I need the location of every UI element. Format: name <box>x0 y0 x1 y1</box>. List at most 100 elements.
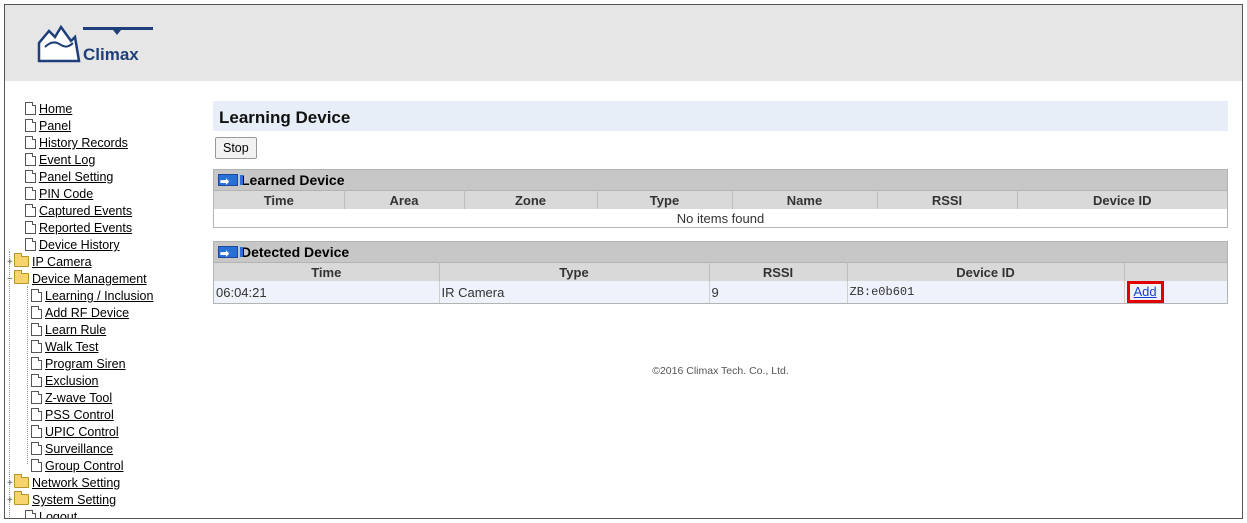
sidebar-link[interactable]: IP Camera <box>32 255 92 269</box>
page-icon <box>25 221 36 234</box>
sidebar-link[interactable]: Home <box>39 102 72 116</box>
sidebar-link[interactable]: Reported Events <box>39 221 132 235</box>
sidebar-link[interactable]: Walk Test <box>45 340 99 354</box>
sidebar-item-home[interactable]: Home <box>25 101 72 118</box>
stop-button[interactable]: Stop <box>215 137 257 159</box>
sidebar-item-group-control[interactable]: Group Control <box>31 458 124 475</box>
sidebar-link[interactable]: Add RF Device <box>45 306 129 320</box>
sidebar-item-z-wave-tool[interactable]: Z-wave Tool <box>31 390 112 407</box>
sidebar-link[interactable]: Group Control <box>45 459 124 473</box>
sidebar-link[interactable]: PSS Control <box>45 408 114 422</box>
sidebar-link[interactable]: Captured Events <box>39 204 132 218</box>
sidebar-item-walk-test[interactable]: Walk Test <box>31 339 99 356</box>
sidebar-link[interactable]: Device History <box>39 238 120 252</box>
sidebar-item-network-setting[interactable]: Network Setting <box>14 474 120 492</box>
sidebar-link[interactable]: Learn Rule <box>45 323 106 337</box>
sidebar-item-captured-events[interactable]: Captured Events <box>25 203 132 220</box>
page-icon <box>25 187 36 200</box>
copyright-footer: ©2016 Climax Tech. Co., Ltd. <box>652 365 789 377</box>
table-row: 06:04:21 IR Camera 9 ZB:e0b601 Add <box>214 281 1227 303</box>
sidebar-item-surveillance[interactable]: Surveillance <box>31 441 113 458</box>
learned-device-header: Learned Device <box>214 170 1227 192</box>
column-header <box>1124 262 1227 281</box>
column-header[interactable]: Type <box>597 190 733 209</box>
sidebar-link[interactable]: Surveillance <box>45 442 113 456</box>
sidebar-item-device-management[interactable]: Device Management <box>14 270 147 288</box>
sidebar-item-reported-events[interactable]: Reported Events <box>25 220 132 237</box>
sidebar-link[interactable]: Z-wave Tool <box>45 391 112 405</box>
expand-icon[interactable]: + <box>7 475 14 492</box>
column-header[interactable]: Device ID <box>847 262 1125 281</box>
sidebar-item-ip-camera[interactable]: IP Camera <box>14 253 92 271</box>
folder-icon <box>14 253 29 267</box>
page-icon <box>31 459 42 472</box>
arrow-right-icon <box>218 244 243 264</box>
page-icon <box>25 102 36 115</box>
column-header[interactable]: RSSI <box>877 190 1018 209</box>
add-device-link[interactable]: Add <box>1134 284 1157 299</box>
sidebar-item-event-log[interactable]: Event Log <box>25 152 95 169</box>
cell-device-id: ZB:e0b601 <box>847 281 1125 303</box>
learned-device-table: Time Area Zone Type Name RSSI Device ID … <box>214 190 1227 227</box>
title-bar: Learning Device <box>213 101 1228 131</box>
sidebar-link[interactable]: Device Management <box>32 272 147 286</box>
page-icon <box>25 238 36 251</box>
column-header[interactable]: Area <box>344 190 465 209</box>
page-icon <box>31 340 42 353</box>
column-header[interactable]: Time <box>214 262 440 281</box>
page-icon <box>25 153 36 166</box>
expand-icon[interactable]: + <box>7 492 14 509</box>
page-icon <box>31 306 42 319</box>
page-icon <box>31 323 42 336</box>
sidebar-link[interactable]: Program Siren <box>45 357 126 371</box>
page-icon <box>31 289 42 302</box>
tree-guide-sub <box>27 286 28 464</box>
sidebar-item-history-records[interactable]: History Records <box>25 135 128 152</box>
sidebar-item-logout[interactable]: Logout <box>25 509 77 518</box>
sidebar-item-device-history[interactable]: Device History <box>25 237 120 254</box>
sidebar-link[interactable]: Panel Setting <box>39 170 113 184</box>
cell-type: IR Camera <box>439 281 710 303</box>
sidebar-link[interactable]: UPIC Control <box>45 425 119 439</box>
detected-device-panel: Detected Device Time Type RSSI Device ID… <box>213 241 1228 304</box>
sidebar-item-exclusion[interactable]: Exclusion <box>31 373 99 390</box>
page-title: Learning Device <box>219 108 351 127</box>
page-icon <box>31 442 42 455</box>
sidebar-item-pss-control[interactable]: PSS Control <box>31 407 114 424</box>
sidebar-link[interactable]: History Records <box>39 136 128 150</box>
cell-action: Add <box>1124 281 1227 303</box>
sidebar-link[interactable]: Event Log <box>39 153 95 167</box>
collapse-icon[interactable]: − <box>7 271 14 288</box>
sidebar-link[interactable]: Network Setting <box>32 476 120 490</box>
sidebar-item-panel-setting[interactable]: Panel Setting <box>25 169 113 186</box>
browser-frame: Climax Home Panel History Records Event … <box>4 4 1243 519</box>
sidebar-item-upic-control[interactable]: UPIC Control <box>31 424 119 441</box>
top-banner: Climax <box>5 5 1242 81</box>
detected-device-table: Time Type RSSI Device ID 06:04:21 IR Cam… <box>214 262 1227 303</box>
sidebar-item-system-setting[interactable]: System Setting <box>14 491 116 509</box>
sidebar-item-learning-inclusion[interactable]: Learning / Inclusion <box>31 288 153 305</box>
table-header-row: Time Area Zone Type Name RSSI Device ID <box>214 190 1227 209</box>
section-title: Learned Device <box>241 172 345 188</box>
column-header[interactable]: Type <box>439 262 710 281</box>
sidebar-item-program-siren[interactable]: Program Siren <box>31 356 126 373</box>
open-folder-icon <box>14 270 29 284</box>
sidebar-link[interactable]: Logout <box>39 510 77 518</box>
column-header[interactable]: Device ID <box>1017 190 1227 209</box>
sidebar-link[interactable]: System Setting <box>32 493 116 507</box>
expand-icon[interactable]: + <box>7 254 14 271</box>
column-header[interactable]: Zone <box>464 190 598 209</box>
column-header[interactable]: RSSI <box>709 262 848 281</box>
sidebar-item-pin-code[interactable]: PIN Code <box>25 186 93 203</box>
sidebar-link[interactable]: Exclusion <box>45 374 99 388</box>
detected-device-header: Detected Device <box>214 242 1227 264</box>
sidebar-item-panel[interactable]: Panel <box>25 118 71 135</box>
page-icon <box>31 391 42 404</box>
sidebar-link[interactable]: Learning / Inclusion <box>45 289 153 303</box>
column-header[interactable]: Time <box>214 190 345 209</box>
sidebar-item-add-rf-device[interactable]: Add RF Device <box>31 305 129 322</box>
sidebar-link[interactable]: Panel <box>39 119 71 133</box>
sidebar-link[interactable]: PIN Code <box>39 187 93 201</box>
column-header[interactable]: Name <box>732 190 878 209</box>
sidebar-item-learn-rule[interactable]: Learn Rule <box>31 322 106 339</box>
